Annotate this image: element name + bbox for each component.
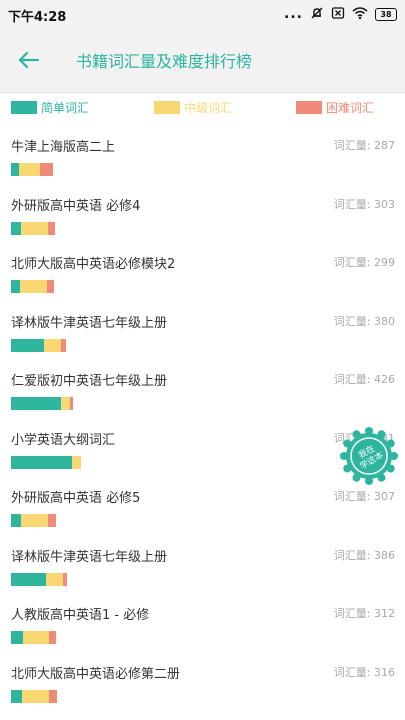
medium-segment (46, 572, 64, 586)
difficulty-bar (11, 631, 57, 644)
legend-item-hard: 困难词汇 (296, 98, 374, 116)
easy-segment (11, 689, 22, 703)
hard-segment (48, 221, 56, 235)
book-name: 外研版高中英语 必修4 (11, 198, 141, 214)
difficulty-bar (11, 338, 67, 352)
easy-segment (11, 280, 21, 293)
medium-segment (44, 338, 62, 352)
medium-segment (18, 163, 41, 176)
book-row[interactable]: 人教版高中英语1 - 必修 词汇量: 312 (0, 594, 405, 653)
book-name: 外研版高中英语 必修5 (11, 491, 141, 506)
wifi-icon (352, 5, 368, 24)
vocab-count: 词汇量: 316 (333, 665, 395, 679)
vocab-count: 词汇量: 287 (333, 139, 395, 152)
vocab-count: 词汇量: 307 (333, 490, 395, 503)
easy-segment (11, 338, 45, 352)
book-row[interactable]: 译林版牛津英语七年级上册 词汇量: 380 (0, 302, 405, 361)
difficulty-bar (11, 689, 57, 703)
hard-segment (49, 689, 57, 703)
book-row[interactable]: 仁爱版初中英语七年级上册 词汇量: 426 (0, 360, 405, 419)
difficulty-bar (11, 514, 56, 527)
hard-segment (63, 572, 68, 586)
easy-segment (11, 163, 19, 176)
book-name: 译林版牛津英语七年级上册 (11, 549, 168, 565)
book-name: 北师大版高中英语必修模块2 (11, 257, 176, 272)
page-title: 书籍词汇量及难度排行榜 (76, 52, 253, 71)
status-icons: ... 38 (284, 5, 397, 23)
more-dots: ... (284, 6, 303, 22)
easy-segment (11, 514, 21, 527)
easy-segment (11, 572, 47, 586)
hard-segment (48, 514, 56, 527)
book-row[interactable]: 北师大版高中英语必修第二册 词汇量: 316 (0, 653, 405, 712)
vocab-count: 词汇量: 312 (333, 607, 395, 620)
difficulty-bar (11, 455, 81, 469)
legend-swatch (154, 100, 180, 114)
stamp-badge-icon: 我在 学这本 (340, 427, 398, 485)
medium-segment (71, 455, 81, 469)
book-row[interactable]: 外研版高中英语 必修4 词汇量: 303 (0, 185, 405, 244)
vocab-count: 词汇量: 380 (333, 314, 395, 328)
legend-label: 中级词汇 (184, 100, 233, 115)
difficulty-bar (11, 397, 73, 410)
book-name: 仁爱版初中英语七年级上册 (11, 374, 168, 389)
legend-item-medium: 中级词汇 (154, 98, 232, 116)
hard-segment (69, 397, 73, 410)
hard-segment (40, 163, 53, 176)
status-time: 下午4:28 (8, 10, 67, 25)
medium-segment (20, 280, 47, 293)
legend: 简单词汇 中级词汇 困难词汇 (0, 96, 405, 118)
sim-x-icon (331, 5, 345, 24)
battery-icon: 38 (375, 7, 397, 21)
book-row[interactable]: 牛津上海版高二上 词汇量: 287 (0, 126, 405, 185)
arrow-left-icon (18, 51, 40, 69)
difficulty-bar (11, 572, 68, 586)
difficulty-bar (11, 221, 56, 235)
hard-segment (48, 631, 57, 644)
hard-segment (61, 338, 67, 352)
difficulty-bar (11, 163, 53, 176)
medium-segment (20, 514, 49, 527)
book-name: 人教版高中英语1 - 必修 (11, 608, 150, 623)
app-bar: 书籍词汇量及难度排行榜 (0, 28, 405, 93)
book-row[interactable]: 译林版牛津英语七年级上册 词汇量: 386 (0, 536, 405, 595)
book-name: 牛津上海版高二上 (11, 140, 116, 155)
hard-segment (46, 280, 55, 293)
easy-segment (11, 631, 24, 644)
book-row[interactable]: 外研版高中英语 必修5 词汇量: 307 (0, 477, 405, 536)
vocab-count: 词汇量: 303 (333, 197, 395, 211)
legend-swatch (11, 100, 37, 114)
legend-label: 困难词汇 (326, 100, 375, 115)
medium-segment (20, 221, 49, 235)
medium-segment (23, 631, 49, 644)
easy-segment (11, 397, 61, 410)
vocab-count: 词汇量: 426 (333, 373, 395, 386)
easy-segment (11, 455, 72, 469)
status-bar: 下午4:28 ... 38 (0, 0, 405, 28)
medium-segment (60, 397, 70, 410)
difficulty-bar (11, 280, 55, 293)
book-name: 北师大版高中英语必修第二册 (11, 666, 181, 682)
legend-swatch (296, 100, 322, 114)
book-list: 牛津上海版高二上 词汇量: 287 外研版高中英语 必修4 词汇量: 303 北… (0, 126, 405, 711)
easy-segment (11, 221, 21, 235)
learning-stamp-button[interactable]: 我在 学这本 (340, 427, 398, 485)
back-button[interactable] (14, 46, 46, 74)
vocab-count: 词汇量: 299 (333, 256, 395, 269)
medium-segment (21, 689, 50, 703)
mute-icon (310, 5, 324, 24)
book-name: 译林版牛津英语七年级上册 (11, 315, 168, 331)
legend-item-easy: 简单词汇 (11, 98, 89, 116)
legend-label: 简单词汇 (41, 100, 90, 115)
book-row[interactable]: 北师大版高中英语必修模块2 词汇量: 299 (0, 243, 405, 302)
book-name: 小学英语大纲词汇 (11, 432, 116, 448)
vocab-count: 词汇量: 386 (333, 548, 395, 562)
